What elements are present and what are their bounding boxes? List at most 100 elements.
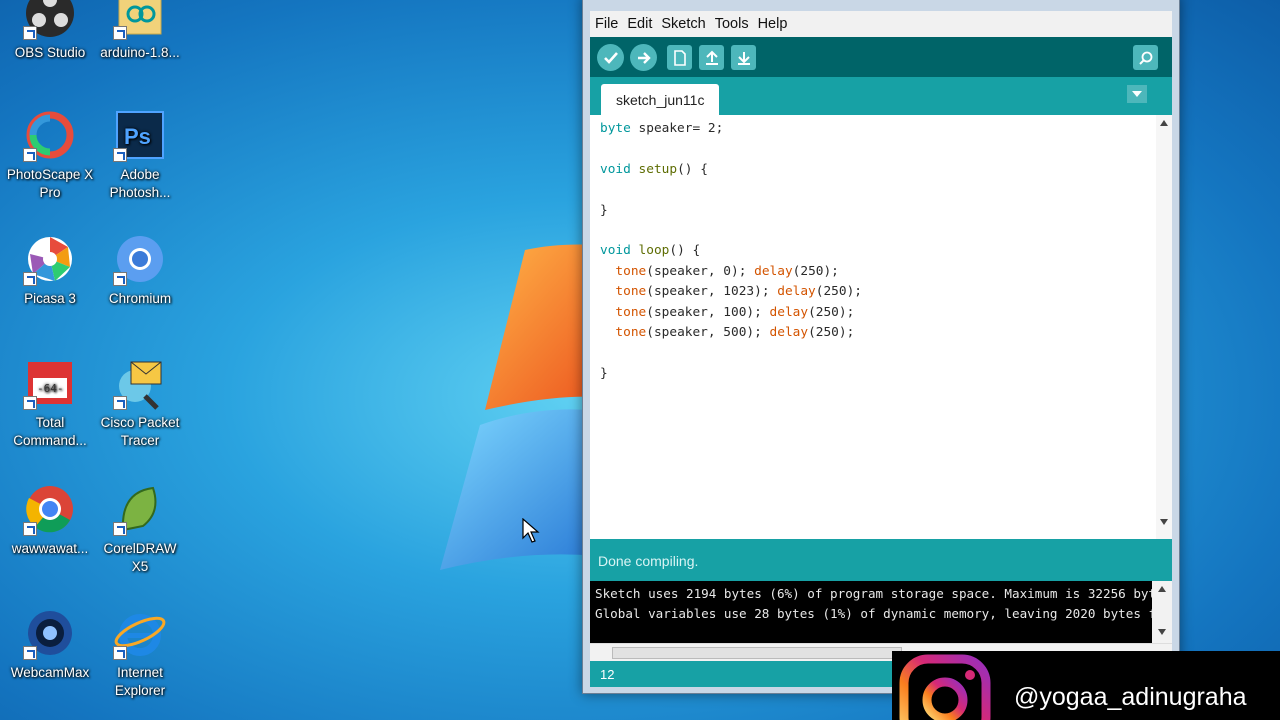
desktop-icon-label: wawwawat... (11, 541, 89, 556)
tab-sketch[interactable]: sketch_jun11c (601, 84, 720, 115)
console-scrollbar[interactable] (1152, 581, 1172, 643)
toolbar (590, 37, 1172, 77)
desktop-icon-label: OBS Studio (14, 45, 86, 60)
code-token: tone (615, 263, 647, 279)
shortcut-arrow-icon (113, 148, 127, 162)
mouse-cursor-icon (522, 518, 540, 543)
menu-file[interactable]: File (595, 16, 618, 32)
svg-text:Ps: Ps (124, 124, 151, 149)
desktop-icon-webcammax[interactable]: WebcamMax (5, 606, 95, 682)
open-icon (705, 50, 718, 65)
verify-button[interactable] (597, 44, 624, 71)
new-button[interactable] (667, 45, 692, 70)
console-line: Sketch uses 2194 bytes (6%) of program s… (595, 586, 1172, 601)
code-token: loop (638, 243, 670, 259)
desktop-icon-adobe-photoshop[interactable]: Ps Adobe Photosh... (95, 108, 185, 202)
desktop-icon-wawwawat[interactable]: wawwawat... (5, 482, 95, 558)
serial-monitor-button[interactable] (1133, 45, 1158, 70)
code-token: } (600, 365, 608, 381)
code-editor[interactable]: byte speaker= 2; void setup() {} void loop… (590, 115, 1172, 539)
console-line: Global variables use 28 bytes (1%) of dy… (595, 606, 1171, 621)
code-token: (250); (815, 284, 862, 300)
desktop-icon-chromium[interactable]: Chromium (95, 232, 185, 308)
upload-button[interactable] (630, 44, 657, 71)
shortcut-arrow-icon (23, 646, 37, 660)
menu-sketch[interactable]: Sketch (661, 16, 705, 32)
hscroll-thumb[interactable] (612, 647, 902, 659)
desktop-icon-label: arduino-1.8... (100, 45, 180, 60)
code-token: delay (777, 284, 816, 300)
menu-tools[interactable]: Tools (715, 16, 749, 32)
desktop-icon-photoscape-x-pro[interactable]: PhotoScape X Pro (5, 108, 95, 202)
code-token: (250); (808, 324, 855, 340)
desktop-icon-coreldraw-x5[interactable]: CorelDRAW X5 (95, 482, 185, 576)
code-token: void (600, 161, 631, 177)
desktop-icon-total-commander[interactable]: -64- Total Command... (5, 356, 95, 450)
code-token: delay (754, 263, 793, 279)
code-token: delay (769, 304, 809, 320)
desktop-icon-internet-explorer[interactable]: Internet Explorer (95, 606, 185, 700)
code-token: () { (677, 161, 708, 177)
open-button[interactable] (699, 45, 724, 70)
code-text[interactable]: byte speaker= 2; void setup() {} void loop… (600, 119, 862, 384)
scroll-down-icon[interactable] (1158, 629, 1166, 635)
code-line: byte speaker= 2; (600, 119, 862, 139)
code-line: void setup() { (600, 160, 862, 180)
shortcut-arrow-icon (113, 272, 127, 286)
new-icon (673, 49, 686, 66)
status-text: Done compiling. (598, 553, 699, 569)
desktop-icon-label: WebcamMax (10, 665, 90, 680)
code-token: speaker= 2; (630, 121, 724, 136)
code-line: void loop() { (600, 241, 862, 261)
scroll-up-icon[interactable] (1160, 120, 1168, 126)
code-line: } (600, 364, 862, 384)
save-icon (737, 51, 750, 65)
desktop-icon-picasa-3[interactable]: Picasa 3 (5, 232, 95, 308)
console-output[interactable]: Sketch uses 2194 bytes (6%) of program s… (590, 581, 1172, 643)
shortcut-arrow-icon (113, 522, 127, 536)
editor-scrollbar[interactable] (1156, 115, 1172, 539)
code-token: } (600, 202, 608, 218)
code-line: tone(speaker, 500); delay(250); (600, 323, 862, 343)
tab-menu-button[interactable] (1127, 85, 1147, 103)
menu-bar: File Edit Sketch Tools Help (590, 11, 1172, 37)
code-line: tone(speaker, 1023); delay(250); (600, 282, 862, 302)
instagram-icon (899, 654, 991, 720)
desktop-icon-obs-studio[interactable]: OBS Studio (5, 0, 95, 62)
shortcut-arrow-icon (113, 26, 127, 40)
save-button[interactable] (731, 45, 756, 70)
menu-edit[interactable]: Edit (627, 16, 652, 32)
desktop-icon-arduino-1-8[interactable]: arduino-1.8... (95, 0, 185, 62)
code-token: (speaker, 100); (646, 304, 770, 320)
desktop-icon-label: Cisco Packet Tracer (100, 415, 180, 448)
desktop-icon-cisco-packet-tracer[interactable]: Cisco Packet Tracer (95, 356, 185, 450)
console-text: Sketch uses 2194 bytes (6%) of program s… (595, 584, 1172, 624)
shortcut-arrow-icon (23, 396, 37, 410)
code-token: tone (615, 284, 647, 300)
menu-help[interactable]: Help (758, 16, 788, 32)
desktop-icon-label: Internet Explorer (114, 665, 166, 698)
svg-text:-64-: -64- (37, 382, 64, 395)
scroll-up-icon[interactable] (1158, 586, 1166, 592)
desktop-icon-label: Total Command... (13, 415, 87, 448)
arduino-ide-window: File Edit Sketch Tools Help sketch_jun11… (582, 0, 1180, 694)
code-token: (250); (792, 263, 839, 279)
line-number: 12 (600, 666, 615, 682)
shortcut-arrow-icon (23, 522, 37, 536)
desktop-icon-label: Adobe Photosh... (109, 167, 171, 200)
code-token: byte (600, 121, 631, 136)
shortcut-arrow-icon (23, 26, 37, 40)
shortcut-arrow-icon (23, 148, 37, 162)
code-token: tone (615, 324, 647, 340)
tab-bar: sketch_jun11c (590, 77, 1172, 115)
code-token: (250); (808, 304, 855, 320)
scroll-down-icon[interactable] (1160, 519, 1168, 525)
